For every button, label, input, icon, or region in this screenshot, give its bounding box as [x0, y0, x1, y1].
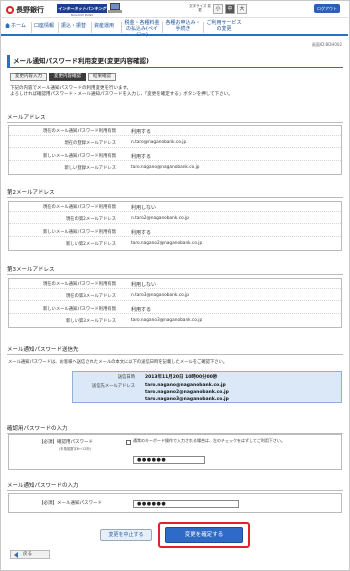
step-input: 変更内容入力 — [10, 73, 47, 81]
logout-button[interactable]: ログアウト — [314, 4, 340, 13]
font-size-medium-button[interactable]: 中 — [225, 4, 235, 14]
mail-password-label-text: メール通知パスワード — [57, 501, 102, 506]
row-value: n.taro2@naganobank.co.jp — [131, 216, 189, 221]
internet-banking-banner: インターネットバンキング — [57, 4, 107, 13]
confirm-highlight-frame: 変更を確定する — [158, 522, 250, 548]
software-keyboard-checkbox[interactable] — [126, 440, 131, 445]
row-value: 利用しない — [131, 281, 157, 288]
section-box-mail3: 現在のメール通知パスワード利用有無 利用しない 現在の第3メールアドレス n.tar… — [8, 278, 342, 328]
row-value: taro.nagano2@naganobank.co.jp — [131, 241, 203, 246]
confirm-change-button[interactable]: 変更を確定する — [165, 527, 243, 543]
section-box-mail2: 現在のメール通知パスワード利用有無 利用しない 現在の第2メールアドレス n.tar… — [8, 201, 342, 251]
nav-account-info[interactable]: 口座情報 — [34, 23, 54, 29]
home-icon — [5, 23, 10, 28]
step-result: 結果確認 — [88, 73, 116, 81]
font-size-large-button[interactable]: 大 — [237, 4, 247, 14]
row-value: 利用する — [131, 306, 152, 313]
row-value: 利用しない — [131, 204, 157, 211]
section-title-mail1: メールアドレス — [7, 113, 343, 123]
confirm-password-hint: (半角英数字6〜12桁) — [59, 447, 91, 451]
row-value: n.taro@naganobank.co.jp — [131, 140, 187, 145]
confirm-password-label: 【必須】確認用パスワード — [39, 439, 93, 445]
bank-logo-icon — [6, 6, 14, 14]
nav-pay-easy[interactable]: 税金・各種料金の払込み(ペイジー) — [124, 20, 160, 38]
row-label: 新しいメール通知パスワード利用有無 — [42, 154, 116, 159]
cancel-change-button[interactable]: 変更を中止する — [100, 529, 152, 541]
laptop-icon — [108, 3, 122, 14]
back-button[interactable]: 戻る — [10, 550, 50, 559]
row-label: 現在のメール通知パスワード利用有無 — [42, 205, 116, 210]
section-title-mail3: 第3メールアドレス — [7, 265, 343, 275]
step-indicator: 変更内容入力 変更内容確認 結果確認 — [10, 73, 116, 81]
row-label: 現在の第2メールアドレス — [66, 217, 116, 222]
row-value: 利用する — [131, 153, 152, 160]
nav-home[interactable]: ホーム — [5, 23, 26, 29]
send-address-3: taro.nagano3@naganobank.co.jp — [145, 397, 229, 402]
screen-id: 画面ID:BDH002 — [311, 42, 342, 47]
section-title-confirm-password: 確認用パスワードの入力 — [7, 424, 343, 434]
row-value: taro.nagano@naganobank.co.jp — [131, 165, 200, 170]
row-value: 利用する — [131, 229, 152, 236]
required-mark: 【必須】 — [39, 501, 57, 506]
row-label: 現在のメール通知パスワード利用有無 — [42, 129, 116, 134]
step-confirm: 変更内容確認 — [49, 73, 86, 81]
header: 長野銀行 インターネットバンキング NAGANO BANK 文字サイズ 変更 小… — [1, 1, 348, 18]
section-box-mail1: 現在のメール通知パスワード利用有無 利用する 現在の登録メールアドレス n.taro… — [8, 125, 342, 175]
notice-box: 送信日時 2013年11月20日 10時00分00秒 送信先メールアドレス ta… — [72, 371, 342, 403]
back-button-label: 戻る — [23, 552, 32, 557]
mail-password-box: 【必須】メール通知パスワード ●●●●●● — [8, 493, 342, 513]
notice-text: メール通知パスワードは、お客様へ送信されたメールの本文に以下の送信日時を記載した… — [8, 360, 228, 365]
row-value: taro.nagano3@naganobank.co.jp — [131, 318, 203, 323]
send-address-1: taro.nagano@naganobank.co.jp — [145, 383, 226, 388]
send-address-2: taro.nagano2@naganobank.co.jp — [145, 390, 229, 395]
confirm-password-label-text: 確認用パスワード — [57, 440, 93, 445]
row-label: 新しい第2メールアドレス — [66, 242, 116, 247]
row-value: 利用する — [131, 128, 152, 135]
nav-home-label: ホーム — [11, 23, 26, 29]
intro-text: 下記の内容でメール通知パスワードの利用変更を行います。 よろしければ確認用パスワ… — [10, 86, 340, 98]
back-arrow-icon — [14, 552, 18, 558]
font-size-label: 文字サイズ 変更 — [189, 4, 212, 12]
bank-name[interactable]: 長野銀行 — [16, 5, 44, 15]
page-title: メール通知パスワード利用変更(変更内容確認) — [7, 55, 343, 68]
section-title-mail2: 第2メールアドレス — [7, 188, 343, 198]
nav-service-change[interactable]: ご利用サービスの変更 — [206, 20, 242, 32]
software-keyboard-note: 通常のキーボード操作で入力される場合は、左のチェックをはずしてご利用下さい。 — [133, 438, 285, 443]
mail-password-input[interactable]: ●●●●●● — [133, 500, 239, 508]
confirm-password-input[interactable]: ●●●●●● — [133, 456, 205, 464]
row-label: 新しいメール通知パスワード利用有無 — [42, 230, 116, 235]
row-label: 現在の第3メールアドレス — [66, 294, 116, 299]
row-label: 新しい第3メールアドレス — [66, 319, 116, 324]
banner-subtitle: NAGANO BANK — [70, 13, 94, 17]
required-mark: 【必須】 — [39, 440, 57, 445]
nav-asset-management[interactable]: 資産運用 — [94, 23, 114, 29]
section-title-mail-password: メール通知パスワードの入力 — [7, 481, 343, 491]
main-nav: ホーム 口座情報 振込・振替 資産運用 税金・各種料金の払込み(ペイジー) 各種… — [1, 19, 348, 38]
section-title-notice: メール通知パスワード送信先 — [7, 345, 343, 355]
row-label: 新しいメール通知パスワード利用有無 — [42, 307, 116, 312]
font-size-small-button[interactable]: 小 — [213, 4, 223, 14]
row-value: n.taro3@naganobank.co.jp — [131, 293, 189, 298]
confirm-password-box: 【必須】確認用パスワード (半角英数字6〜12桁) 通常のキーボード操作で入力さ… — [8, 434, 342, 470]
mail-password-label: 【必須】メール通知パスワード — [39, 500, 102, 506]
row-label: 現在のメール通知パスワード利用有無 — [42, 282, 116, 287]
nav-applications[interactable]: 各種お申込み・手続き — [165, 20, 201, 32]
sent-time-value: 2013年11月20日 10時00分00秒 — [145, 375, 218, 380]
row-label: 現在の登録メールアドレス — [64, 141, 116, 146]
sent-time-label: 送信日時 — [117, 375, 135, 380]
row-label: 新しい登録メールアドレス — [64, 166, 116, 171]
nav-transfer[interactable]: 振込・振替 — [61, 23, 86, 29]
send-address-label: 送信先メールアドレス — [92, 384, 135, 389]
intro-line-2: よろしければ確認用パスワード・メール通知パスワードを入力し、「変更を確定する」ボ… — [10, 92, 233, 97]
